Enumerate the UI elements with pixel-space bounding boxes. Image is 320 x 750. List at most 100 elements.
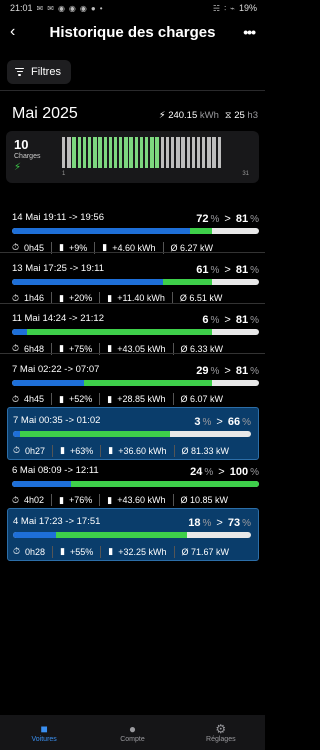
duration-value: 0h27	[25, 445, 46, 456]
session-divider	[0, 252, 265, 253]
back-arrow-icon[interactable]: ‹	[10, 23, 30, 41]
session-power: Ø 6.51 kW	[180, 293, 223, 303]
day-bar	[129, 136, 133, 168]
session-soc: 18% >73%	[188, 517, 251, 529]
charge-session[interactable]: 13 Mai 17:25 -> 19:11 61% >81% ⏱ 1h46 ▮ +20% ▮ +…	[0, 256, 265, 307]
day-bar	[202, 136, 206, 168]
session-soc: 3% >66%	[194, 416, 251, 428]
session-date: 7 Mai 02:22 -> 07:07	[12, 363, 100, 375]
soc-start: 29	[196, 364, 209, 377]
soc-end: 81	[235, 263, 249, 276]
battery-charge-icon: ▮	[108, 445, 114, 455]
energy-value: +32.25 kWh	[118, 546, 167, 557]
session-gain: ▮ +76%	[59, 495, 92, 506]
stopwatch-icon: ⏱	[12, 393, 20, 404]
more-options-icon[interactable]: •••	[235, 24, 256, 40]
gain-value: +55%	[70, 546, 94, 557]
gain-value: +76%	[69, 495, 93, 505]
day-bar	[139, 136, 144, 168]
soc-start-fill	[12, 228, 190, 234]
session-stats: ⏱ 4h45 ▮ +52% ▮ +28.85 kWh Ø 6.07 kW	[12, 391, 259, 408]
nav-label: Voitures	[31, 736, 57, 743]
charge-session-body: 6 Mai 08:09 -> 12:11 24% >100% ⏱ 4h02 ▮ +76% ▮ +…	[0, 458, 265, 509]
session-power: Ø 6.27 kW	[171, 243, 214, 253]
stat-divider	[172, 494, 174, 506]
duration-value: 0h45	[24, 242, 45, 253]
day-bar	[145, 136, 149, 168]
account-icon: ●	[128, 722, 137, 736]
session-date: 7 Mai 00:35 -> 01:02	[13, 415, 101, 426]
session-header: 7 Mai 02:22 -> 07:07 29% >81%	[12, 357, 259, 377]
day-bar	[72, 136, 76, 168]
session-date: 14 Mai 19:11 -> 19:56	[12, 212, 104, 223]
session-header: 14 Mai 19:11 -> 19:56 72% >81%	[12, 205, 259, 225]
bottom-nav: ■ Voitures ● Compte ⚙ Réglages	[0, 715, 265, 750]
session-date: 13 Mai 17:25 -> 19:11	[12, 262, 104, 274]
stat-divider	[52, 444, 54, 457]
car-icon: ■	[40, 722, 48, 736]
day-bar	[160, 136, 164, 168]
alarm-icon: ☵	[212, 3, 221, 13]
month-header: Mai 2025 ⚡ 240.15 kWh ⧖ 25 h3	[0, 91, 265, 127]
session-energy: ▮ +32.25 kWh	[108, 546, 166, 557]
arrow-icon: >	[216, 517, 223, 529]
power-value: Ø 6.27 kW	[170, 242, 214, 253]
charge-session[interactable]: 4 Mai 17:23 -> 17:51 18% >73% ⏱ 0h28 ▮ +55% ▮ +3…	[0, 508, 265, 561]
charge-session[interactable]: 11 Mai 14:24 -> 21:12 6% >81% ⏱ 6h48 ▮ +75% ▮ +4…	[0, 306, 265, 357]
session-power: Ø 6.33 kW	[181, 344, 224, 354]
session-soc: 72% >81%	[196, 213, 259, 225]
power-value: Ø 6.33 kW	[180, 343, 224, 354]
notification-icon: ✉	[47, 3, 54, 13]
bolt-icon: ⚡	[158, 109, 166, 121]
soc-start-fill	[12, 329, 27, 335]
stat-divider	[99, 494, 101, 506]
session-energy: ▮ +28.85 kWh	[107, 394, 165, 405]
duration-value: 0h28	[25, 546, 46, 557]
charge-session[interactable]: 7 Mai 02:22 -> 07:07 29% >81% ⏱ 4h45 ▮ +52% ▮ +2…	[0, 357, 265, 408]
nav-cars[interactable]: ■ Voitures	[4, 722, 84, 743]
session-gain: ▮ +52%	[59, 394, 92, 405]
stat-divider	[100, 545, 102, 558]
charge-session-body: 14 Mai 19:11 -> 19:56 72% >81% ⏱ 0h45 ▮ +9% ▮ +4…	[0, 205, 265, 256]
gain-value: +52%	[69, 394, 93, 404]
energy-value: 240.15	[168, 109, 198, 121]
battery-charge-icon: ▮	[107, 494, 113, 505]
duration-unit: h3	[247, 109, 258, 121]
charge-session[interactable]: 7 Mai 00:35 -> 01:02 3% >66% ⏱ 0h27 ▮ +63% ▮ +36…	[0, 407, 265, 460]
day-bar	[207, 136, 211, 168]
day-bar	[113, 136, 118, 168]
day-bar	[165, 136, 170, 168]
soc-progress-bar	[12, 228, 259, 234]
percent-sign: %	[250, 315, 259, 326]
day-bar	[87, 136, 92, 168]
energy-total: ⚡ 240.15 kWh	[159, 110, 219, 121]
soc-progress-bar	[12, 379, 259, 386]
wifi-icon: ∶	[224, 3, 227, 13]
duration-value: 4h02	[24, 495, 45, 505]
day-bar	[124, 136, 128, 168]
percent-sign: %	[204, 466, 214, 478]
percent-sign: %	[210, 365, 220, 377]
filter-button[interactable]: Filtres	[7, 59, 71, 84]
session-stats: ⏱ 0h27 ▮ +63% ▮ +36.60 kWh Ø 81.33 kW	[13, 442, 251, 459]
charge-count: 10 Charges ⚡	[6, 131, 46, 183]
charge-session-body: 4 Mai 17:23 -> 17:51 18% >73% ⏱ 0h28 ▮ +55% ▮ +3…	[7, 508, 259, 561]
hourglass-icon: ⧖	[224, 109, 232, 121]
charge-session[interactable]: 14 Mai 19:11 -> 19:56 72% >81% ⏱ 0h45 ▮ +9% ▮ +4…	[0, 205, 265, 256]
signal-icon: ⌁	[230, 3, 235, 13]
soc-start: 61	[196, 263, 209, 276]
nav-settings[interactable]: ⚙ Réglages	[181, 722, 261, 743]
session-date: 4 Mai 17:23 -> 17:51	[13, 516, 101, 527]
stat-divider	[51, 494, 53, 506]
notification-icon: ✉	[36, 3, 44, 13]
energy-value: +4.60 kWh	[112, 242, 156, 253]
energy-value: +11.40 kWh	[117, 293, 165, 303]
filter-row: Filtres	[0, 48, 265, 90]
soc-end: 66	[227, 416, 241, 428]
charge-session[interactable]: 6 Mai 08:09 -> 12:11 24% >100% ⏱ 4h02 ▮ +76% ▮ +…	[0, 458, 265, 509]
filter-label: Filtres	[31, 65, 61, 78]
nav-account[interactable]: ● Compte	[92, 722, 172, 743]
day-bar	[82, 136, 87, 168]
charge-session-body: 7 Mai 00:35 -> 01:02 3% >66% ⏱ 0h27 ▮ +63% ▮ +36…	[7, 407, 259, 460]
session-duration: ⏱ 4h45	[12, 394, 44, 405]
